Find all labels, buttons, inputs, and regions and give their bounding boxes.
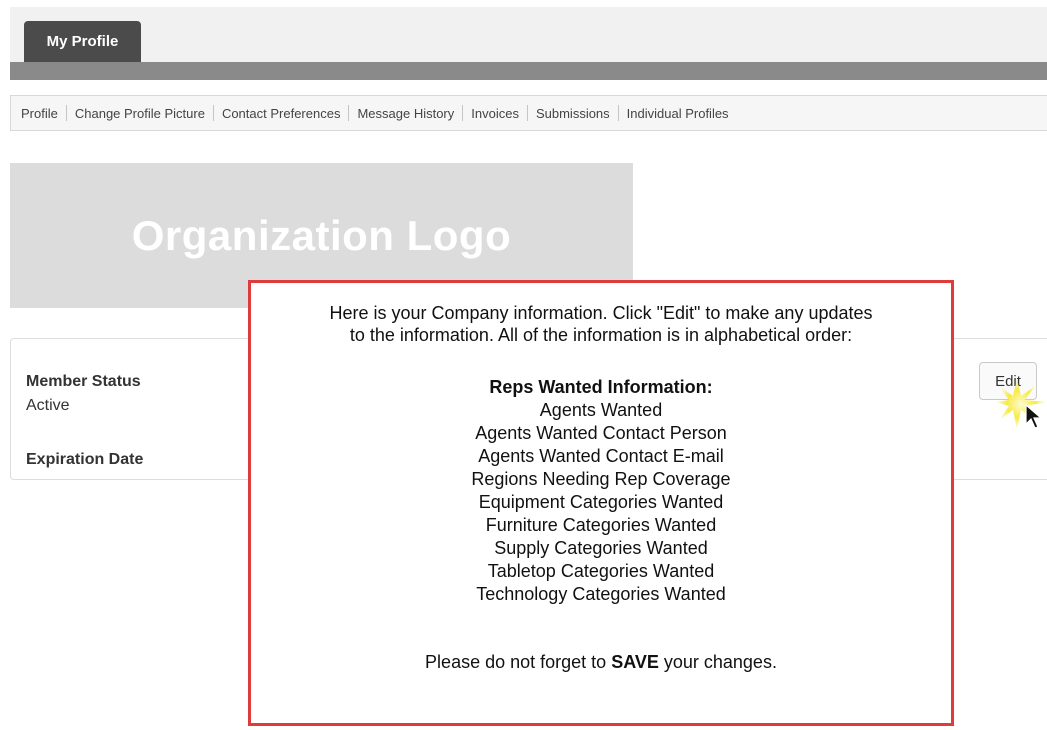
save-reminder-emphasis: SAVE xyxy=(611,652,659,672)
subnav-item-profile[interactable]: Profile xyxy=(13,106,66,121)
cursor-indicator xyxy=(995,378,1047,436)
save-reminder-suffix: your changes. xyxy=(658,652,777,672)
subnav-item-submissions[interactable]: Submissions xyxy=(528,106,618,121)
subnav-item-contact-preferences[interactable]: Contact Preferences xyxy=(214,106,349,121)
profile-subnav: Profile Change Profile Picture Contact P… xyxy=(10,95,1047,131)
subnav-item-change-profile-picture[interactable]: Change Profile Picture xyxy=(67,106,213,121)
callout-intro-line: Here is your Company information. Click … xyxy=(329,303,873,323)
callout-intro-line: to the information. All of the informati… xyxy=(349,325,853,345)
subnav-item-individual-profiles[interactable]: Individual Profiles xyxy=(619,106,737,121)
callout-list-item: Tabletop Categories Wanted xyxy=(487,561,715,581)
member-status-label: Member Status xyxy=(26,373,141,390)
callout-list-item: Regions Needing Rep Coverage xyxy=(471,469,731,489)
header-bar xyxy=(10,62,1047,80)
subnav-item-invoices[interactable]: Invoices xyxy=(463,106,527,121)
expiration-date-label: Expiration Date xyxy=(26,451,144,468)
callout-list-item: Agents Wanted xyxy=(539,400,663,420)
callout-list-item: Agents Wanted Contact Person xyxy=(475,423,727,443)
mouse-pointer-icon xyxy=(1025,404,1043,429)
logo-placeholder-text: Organization Logo xyxy=(131,211,512,259)
save-reminder-prefix: Please do not forget to xyxy=(425,652,612,672)
header-band xyxy=(10,7,1047,62)
info-callout: Here is your Company information. Click … xyxy=(248,280,954,726)
callout-list-item: Furniture Categories Wanted xyxy=(485,515,717,535)
callout-list-item: Technology Categories Wanted xyxy=(476,584,726,604)
callout-list-item: Agents Wanted Contact E-mail xyxy=(478,446,724,466)
callout-heading: Reps Wanted Information: xyxy=(489,377,713,397)
callout-list-item: Supply Categories Wanted xyxy=(494,538,708,558)
callout-save-reminder: Please do not forget to SAVE your change… xyxy=(251,651,951,673)
tab-my-profile[interactable]: My Profile xyxy=(24,21,141,62)
member-status-value: Active xyxy=(26,397,70,414)
callout-list-item: Equipment Categories Wanted xyxy=(478,492,724,512)
subnav-item-message-history[interactable]: Message History xyxy=(349,106,462,121)
